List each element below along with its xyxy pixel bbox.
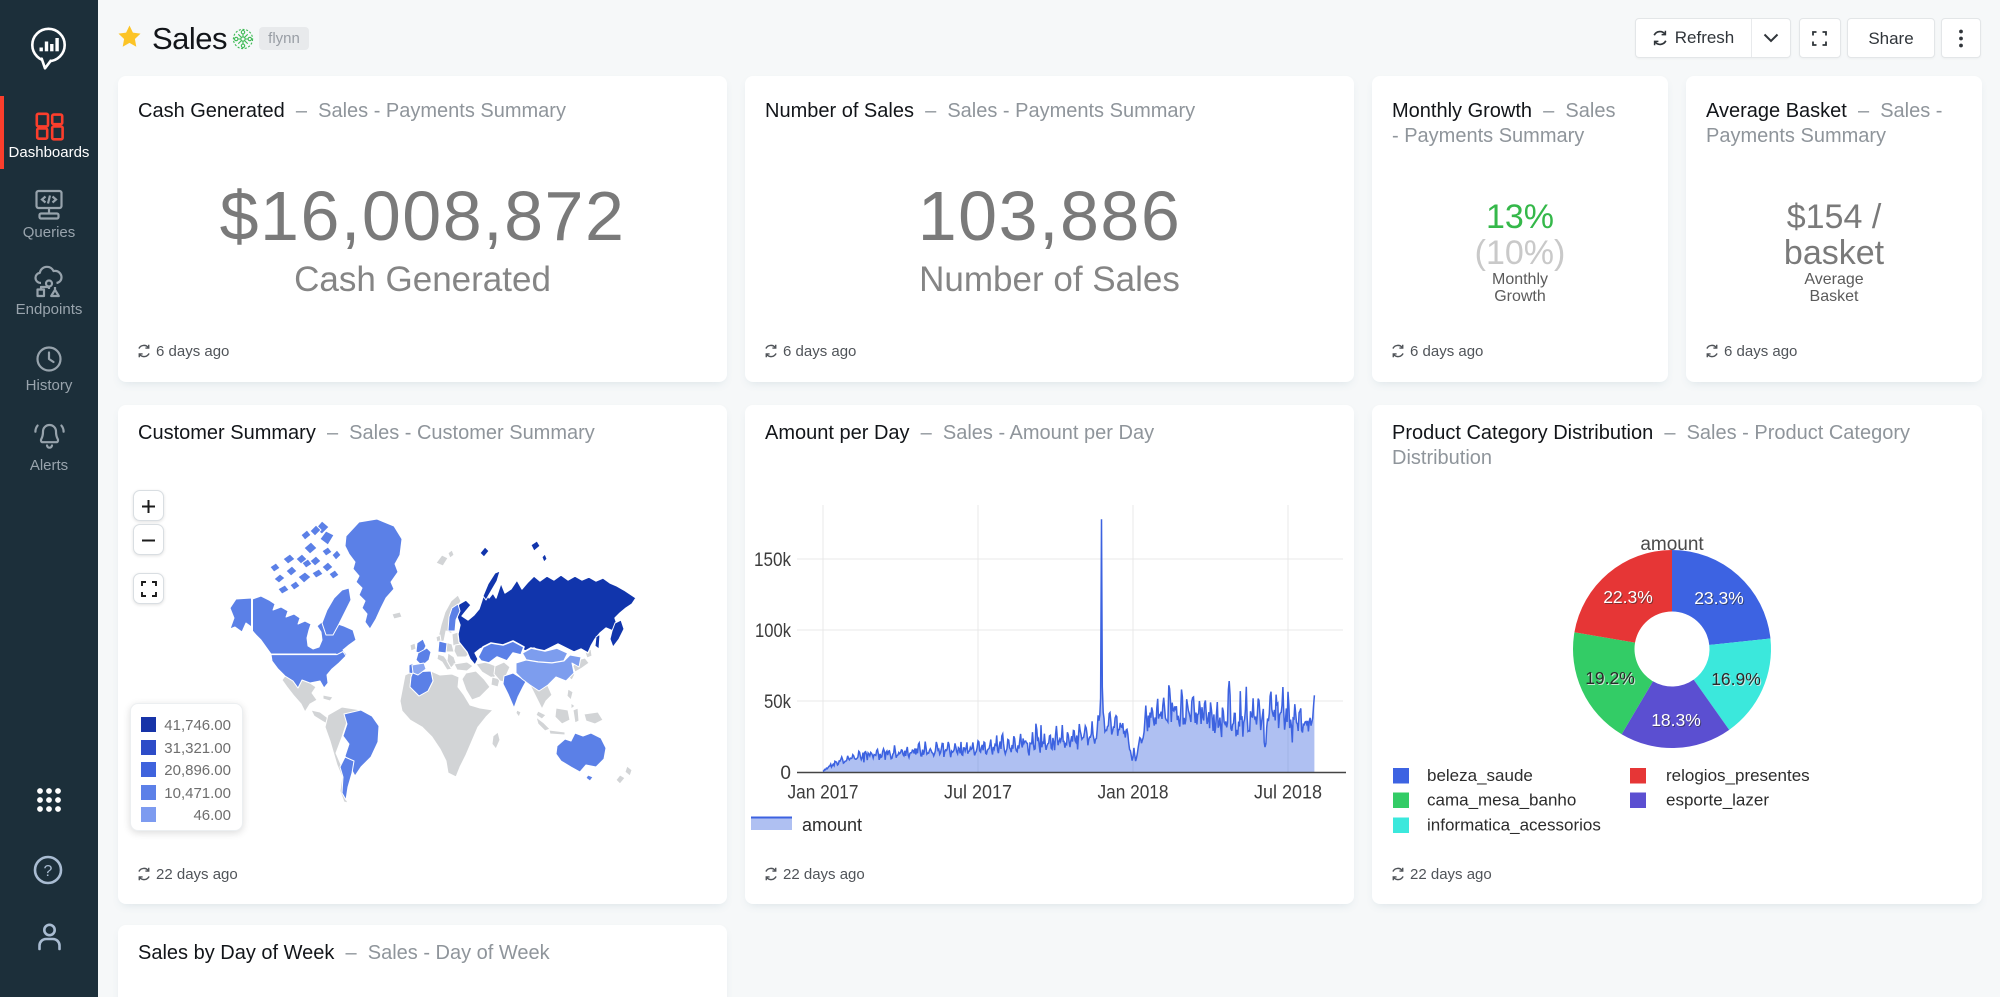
svg-text:Jan 2018: Jan 2018 bbox=[1098, 783, 1169, 804]
svg-text:esporte_lazer: esporte_lazer bbox=[1666, 791, 1769, 810]
svg-text:0: 0 bbox=[780, 763, 791, 784]
svg-text:Jul 2017: Jul 2017 bbox=[944, 783, 1012, 804]
svg-text:?: ? bbox=[44, 863, 53, 880]
svg-text:19.2%: 19.2% bbox=[1585, 668, 1635, 688]
svg-text:22.3%: 22.3% bbox=[1603, 587, 1653, 607]
svg-text:18.3%: 18.3% bbox=[1651, 710, 1701, 730]
svg-text:amount: amount bbox=[802, 815, 862, 835]
svg-text:informatica_acessorios: informatica_acessorios bbox=[1427, 816, 1601, 835]
svg-text:cama_mesa_banho: cama_mesa_banho bbox=[1427, 791, 1576, 810]
svg-text:50k: 50k bbox=[764, 692, 791, 713]
svg-text:150k: 150k bbox=[754, 550, 791, 571]
svg-text:Jan 2017: Jan 2017 bbox=[788, 783, 859, 804]
svg-text:relogios_presentes: relogios_presentes bbox=[1666, 766, 1810, 785]
svg-text:beleza_saude: beleza_saude bbox=[1427, 766, 1533, 785]
svg-text:100k: 100k bbox=[755, 621, 791, 642]
svg-text:16.9%: 16.9% bbox=[1711, 669, 1761, 689]
svg-text:23.3%: 23.3% bbox=[1694, 588, 1744, 608]
svg-text:Jul 2018: Jul 2018 bbox=[1254, 783, 1322, 804]
